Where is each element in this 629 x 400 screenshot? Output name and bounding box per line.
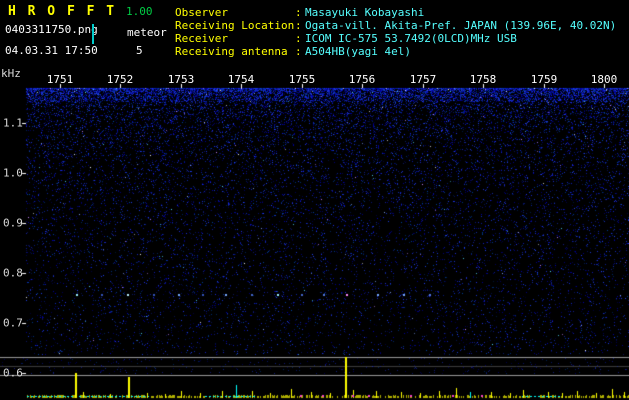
echo-count: 5 (136, 44, 143, 57)
info-value: ICOM IC-575 53.7492(0LCD)MHz USB (305, 32, 517, 45)
info-colon: : (295, 19, 302, 32)
info-row-receiver: Receiver : ICOM IC-575 53.7492(0LCD)MHz … (175, 32, 616, 45)
x-tick-label: 1753 (167, 73, 195, 86)
y-tick-label: 0.6 (3, 366, 23, 380)
x-tick-label: 1756 (348, 73, 376, 86)
info-value: A504HB(yagi 4el) (305, 45, 411, 58)
y-tick-label: 0.8 (3, 266, 23, 280)
info-row-location: Receiving Location : Ogata-vill. Akita-P… (175, 19, 616, 32)
info-label: Receiving antenna (175, 45, 288, 58)
station-info: Observer : Masayuki Kobayashi Receiving … (175, 6, 616, 58)
x-tick-label: 1752 (106, 73, 134, 86)
x-tick-label: 1754 (227, 73, 255, 86)
info-label: Receiving Location (175, 19, 295, 32)
spectrogram-canvas (0, 0, 629, 400)
info-label: Receiver (175, 32, 228, 45)
info-colon: : (295, 6, 302, 19)
y-tick-label: 1.0 (3, 166, 23, 180)
app-version: 1.00 (126, 5, 153, 18)
info-colon: : (295, 32, 302, 45)
x-tick-label: 1755 (288, 73, 316, 86)
info-value: Ogata-vill. Akita-Pref. JAPAN (139.96E, … (305, 19, 617, 32)
info-colon: : (295, 45, 302, 58)
y-tick-label: 0.9 (3, 216, 23, 230)
info-row-observer: Observer : Masayuki Kobayashi (175, 6, 616, 19)
cyan-marker (92, 24, 94, 44)
x-tick-label: 1757 (409, 73, 437, 86)
x-axis-ticks: 1751 1752 1753 1754 1755 1756 1757 1758 1759 1800 (0, 73, 629, 86)
y-tick-label: 1.1 (3, 116, 23, 130)
x-tick-label: 1759 (530, 73, 558, 86)
info-value: Masayuki Kobayashi (305, 6, 425, 19)
mode-label: meteor (127, 26, 167, 39)
info-label: Observer (175, 6, 228, 19)
x-tick-label: 1800 (590, 73, 618, 86)
y-tick-label: 0.7 (3, 316, 23, 330)
hrofft-window: H R O F F T 1.00 0403311750.png meteor 0… (0, 0, 629, 400)
info-row-antenna: Receiving antenna : A504HB(yagi 4el) (175, 45, 616, 58)
x-tick-label: 1758 (469, 73, 497, 86)
x-tick-label: 1751 (46, 73, 74, 86)
y-axis-ticks: 1.1 1.0 0.9 0.8 0.7 0.6 (0, 0, 26, 400)
